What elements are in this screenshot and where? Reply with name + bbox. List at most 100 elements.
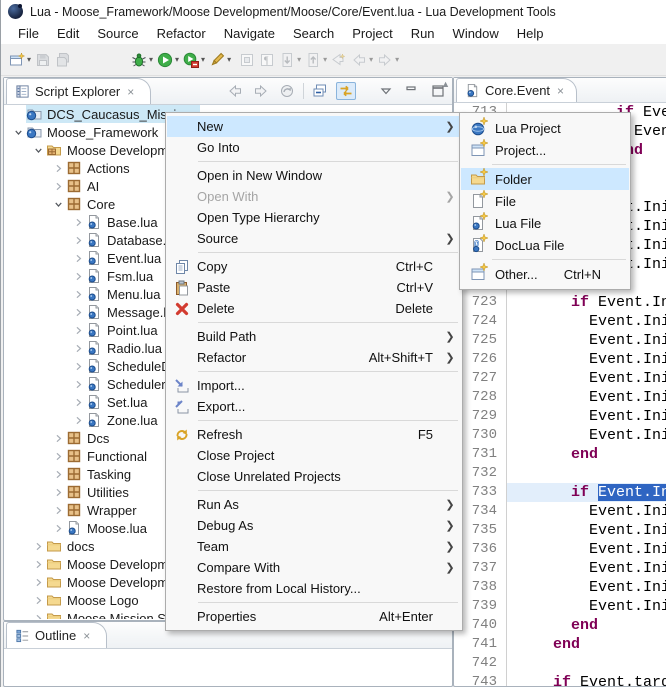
new-wizard-button[interactable]: ▾ bbox=[7, 48, 33, 72]
run-coverage-button[interactable]: ▾ bbox=[181, 48, 207, 72]
menubar-item-run[interactable]: Run bbox=[402, 24, 444, 43]
back-nav-button[interactable] bbox=[225, 82, 245, 100]
chevron-right-icon[interactable] bbox=[53, 469, 64, 480]
back-button[interactable]: ▾ bbox=[349, 48, 375, 72]
save-button[interactable] bbox=[33, 48, 53, 72]
menubar-item-project[interactable]: Project bbox=[343, 24, 401, 43]
submenu-item-other[interactable]: Other...Ctrl+N bbox=[461, 263, 629, 285]
context-menu-item-export[interactable]: Export... bbox=[167, 396, 461, 417]
context-menu-item-build-path[interactable]: Build Path❯ bbox=[167, 326, 461, 347]
context-menu-item-restore-from-local-history[interactable]: Restore from Local History... bbox=[167, 578, 461, 599]
dropdown-caret-icon[interactable]: ▾ bbox=[323, 55, 327, 64]
chevron-right-icon[interactable] bbox=[53, 433, 64, 444]
submenu-item-doclua-file[interactable]: DocLua File bbox=[461, 234, 629, 256]
chevron-right-icon[interactable] bbox=[73, 415, 84, 426]
context-menu-item-copy[interactable]: CopyCtrl+C bbox=[167, 256, 461, 277]
external-tools-button[interactable]: ▾ bbox=[207, 48, 233, 72]
context-menu-item-open-with[interactable]: Open With❯ bbox=[167, 186, 461, 207]
chevron-down-icon[interactable] bbox=[13, 127, 24, 138]
link-editor-button[interactable] bbox=[336, 82, 356, 100]
context-menu-item-delete[interactable]: DeleteDelete bbox=[167, 298, 461, 319]
forward-nav-button[interactable] bbox=[251, 82, 271, 100]
menubar-item-help[interactable]: Help bbox=[508, 24, 553, 43]
dropdown-caret-icon[interactable]: ▾ bbox=[201, 55, 205, 64]
context-menu-item-close-project[interactable]: Close Project bbox=[167, 445, 461, 466]
chevron-right-icon[interactable] bbox=[53, 523, 64, 534]
chevron-right-icon[interactable] bbox=[73, 343, 84, 354]
submenu-item-lua-file[interactable]: Lua File bbox=[461, 212, 629, 234]
chevron-right-icon[interactable] bbox=[53, 487, 64, 498]
chevron-right-icon[interactable] bbox=[33, 613, 44, 620]
dropdown-caret-icon[interactable]: ▾ bbox=[369, 55, 373, 64]
context-menu-item-open-type-hierarchy[interactable]: Open Type Hierarchy bbox=[167, 207, 461, 228]
chevron-right-icon[interactable] bbox=[73, 397, 84, 408]
chevron-right-icon[interactable] bbox=[73, 379, 84, 390]
context-menu-item-new[interactable]: New❯ bbox=[167, 116, 461, 137]
tab-outline[interactable]: Outline × bbox=[6, 622, 107, 648]
save-all-button[interactable] bbox=[53, 48, 73, 72]
run-button[interactable]: ▾ bbox=[155, 48, 181, 72]
scrollbar-up-icon[interactable]: ▲ bbox=[441, 80, 450, 89]
chevron-right-icon[interactable] bbox=[73, 289, 84, 300]
show-whitespace-button[interactable] bbox=[257, 48, 277, 72]
context-menu-item-source[interactable]: Source❯ bbox=[167, 228, 461, 249]
last-edit-location-button[interactable] bbox=[329, 48, 349, 72]
context-menu-item-run-as[interactable]: Run As❯ bbox=[167, 494, 461, 515]
minimize-button[interactable] bbox=[402, 82, 422, 100]
dropdown-caret-icon[interactable]: ▾ bbox=[27, 55, 31, 64]
submenu-item-folder[interactable]: Folder bbox=[461, 168, 629, 190]
chevron-right-icon[interactable] bbox=[73, 217, 84, 228]
up-button[interactable] bbox=[277, 82, 297, 100]
submenu-item-file[interactable]: File bbox=[461, 190, 629, 212]
chevron-right-icon[interactable] bbox=[53, 505, 64, 516]
debug-button[interactable]: ▾ bbox=[129, 48, 155, 72]
close-icon[interactable]: × bbox=[557, 84, 564, 98]
chevron-right-icon[interactable] bbox=[53, 181, 64, 192]
mark-occurrences-button[interactable] bbox=[237, 48, 257, 72]
submenu-item-lua-project[interactable]: Lua Project bbox=[461, 117, 629, 139]
chevron-right-icon[interactable] bbox=[73, 325, 84, 336]
tab-script-explorer[interactable]: Script Explorer × bbox=[6, 78, 151, 104]
chevron-down-icon[interactable] bbox=[33, 145, 44, 156]
context-menu-item-refactor[interactable]: RefactorAlt+Shift+T❯ bbox=[167, 347, 461, 368]
next-annotation-button[interactable]: ▾ bbox=[277, 48, 303, 72]
context-menu-item-properties[interactable]: PropertiesAlt+Enter bbox=[167, 606, 461, 627]
chevron-right-icon[interactable] bbox=[33, 577, 44, 588]
menubar-item-file[interactable]: File bbox=[9, 24, 48, 43]
chevron-right-icon[interactable] bbox=[33, 559, 44, 570]
context-menu-item-paste[interactable]: PasteCtrl+V bbox=[167, 277, 461, 298]
dropdown-caret-icon[interactable]: ▾ bbox=[149, 55, 153, 64]
context-menu-item-go-into[interactable]: Go Into bbox=[167, 137, 461, 158]
chevron-down-icon[interactable] bbox=[53, 199, 64, 210]
chevron-right-icon[interactable] bbox=[73, 253, 84, 264]
dropdown-caret-icon[interactable]: ▾ bbox=[297, 55, 301, 64]
context-menu-item-compare-with[interactable]: Compare With❯ bbox=[167, 557, 461, 578]
chevron-right-icon[interactable] bbox=[33, 541, 44, 552]
context-menu-item-team[interactable]: Team❯ bbox=[167, 536, 461, 557]
forward-button[interactable]: ▾ bbox=[375, 48, 401, 72]
submenu-item-project[interactable]: Project... bbox=[461, 139, 629, 161]
collapse-all-button[interactable] bbox=[310, 82, 330, 100]
dropdown-caret-icon[interactable]: ▾ bbox=[395, 55, 399, 64]
chevron-right-icon[interactable] bbox=[73, 271, 84, 282]
context-menu-item-close-unrelated-projects[interactable]: Close Unrelated Projects bbox=[167, 466, 461, 487]
menubar-item-edit[interactable]: Edit bbox=[48, 24, 88, 43]
chevron-right-icon[interactable] bbox=[53, 451, 64, 462]
chevron-right-icon[interactable] bbox=[53, 163, 64, 174]
dropdown-caret-icon[interactable]: ▾ bbox=[175, 55, 179, 64]
view-menu-button[interactable] bbox=[376, 82, 396, 100]
context-menu-item-open-in-new-window[interactable]: Open in New Window bbox=[167, 165, 461, 186]
previous-annotation-button[interactable]: ▾ bbox=[303, 48, 329, 72]
chevron-right-icon[interactable] bbox=[73, 307, 84, 318]
context-menu-item-debug-as[interactable]: Debug As❯ bbox=[167, 515, 461, 536]
tab-core-event[interactable]: Core.Event × bbox=[456, 78, 577, 102]
menubar-item-window[interactable]: Window bbox=[444, 24, 508, 43]
menubar-item-refactor[interactable]: Refactor bbox=[148, 24, 215, 43]
close-icon[interactable]: × bbox=[83, 629, 90, 643]
context-menu-item-refresh[interactable]: RefreshF5 bbox=[167, 424, 461, 445]
menubar-item-navigate[interactable]: Navigate bbox=[215, 24, 284, 43]
close-icon[interactable]: × bbox=[127, 85, 134, 99]
menubar-item-search[interactable]: Search bbox=[284, 24, 343, 43]
chevron-right-icon[interactable] bbox=[33, 595, 44, 606]
menubar-item-source[interactable]: Source bbox=[88, 24, 147, 43]
